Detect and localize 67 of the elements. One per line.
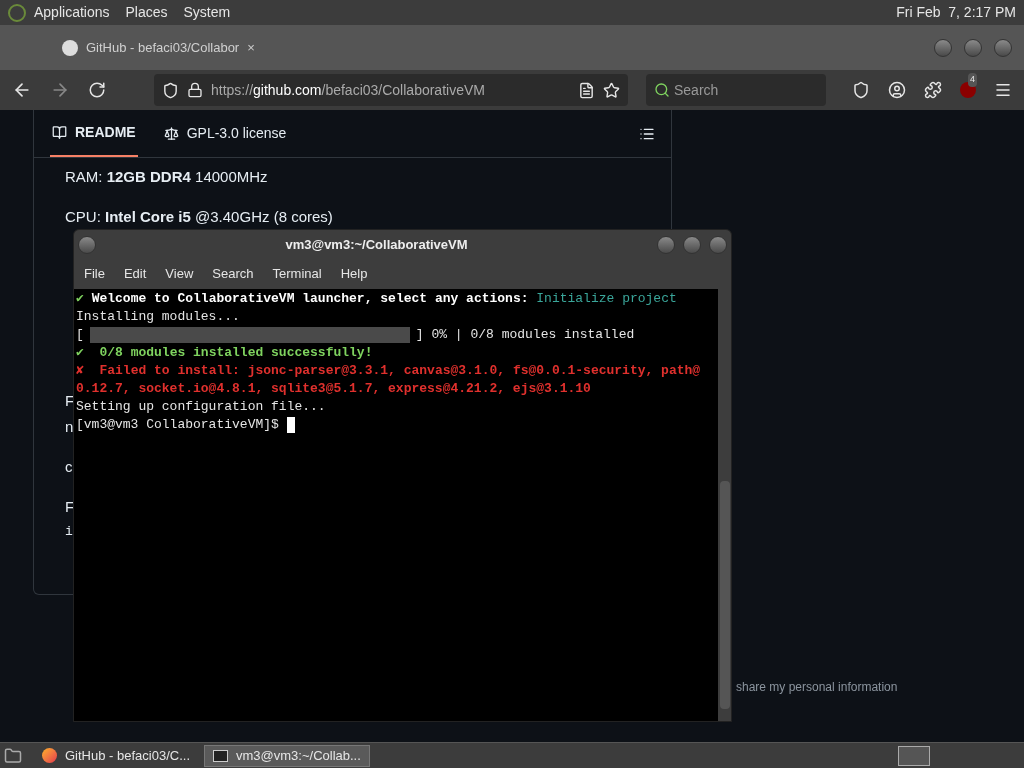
readme-text: c [65, 457, 73, 477]
cursor [286, 417, 295, 433]
clock: Fri Feb 7, 2:17 PM [896, 3, 1016, 22]
window-title: vm3@vm3:~/CollaborativeVM [284, 235, 469, 254]
footer-text: share my personal information [736, 679, 898, 696]
panel-menu[interactable]: System [183, 2, 231, 23]
close-icon[interactable]: × [247, 37, 255, 58]
terminal-text: Initialize project [536, 290, 677, 309]
reader-icon[interactable] [578, 81, 595, 99]
taskbar-item[interactable]: GitHub - befaci03/C... [34, 744, 200, 767]
scale-icon [163, 126, 179, 141]
terminal-icon [213, 749, 228, 762]
readme-text: RAM: 12GB DDR4 14000MHz [65, 168, 268, 185]
show-desktop-icon[interactable] [4, 746, 22, 765]
terminal-text: Setting up configuration file... [76, 398, 326, 417]
terminal-text: ✘ Failed to install: jsonc-parser@3.3.1, canvas@3.1.0, fs@0.0.1-security, path@ [76, 362, 701, 381]
scrollbar[interactable] [718, 289, 731, 721]
readme-tab[interactable]: README [50, 110, 138, 157]
window-menu-button[interactable] [78, 235, 96, 254]
close-button[interactable] [709, 235, 727, 254]
extensions-icon[interactable] [924, 81, 942, 99]
menu-icon[interactable] [994, 81, 1012, 99]
tab-title: GitHub - befaci03/Collabor [86, 38, 240, 57]
terminal-text: Welcome to CollaborativeVM launcher, select any actions: [90, 290, 530, 309]
minimize-button[interactable] [934, 38, 952, 57]
reload-icon[interactable] [88, 81, 106, 99]
close-button[interactable] [994, 38, 1012, 57]
readme-text: F [65, 497, 75, 517]
search-input[interactable]: Search [674, 79, 814, 101]
search-icon [654, 82, 670, 98]
panel-menu[interactable]: Places [125, 2, 168, 23]
lock-icon [187, 82, 203, 98]
terminal-text: 0/8 modules installed successfully! [98, 344, 373, 363]
menu-item[interactable]: File [84, 264, 105, 284]
shield-icon[interactable] [162, 81, 179, 99]
book-icon [52, 125, 67, 140]
url-field[interactable]: https://github.com/befaci03/CollaborativeVM [154, 74, 628, 106]
menu-item[interactable]: Edit [123, 264, 147, 284]
scrollbar-thumb[interactable] [719, 481, 730, 709]
readme-text: CPU: Intel Core i5 @3.40GHz (8 cores) [65, 208, 333, 225]
maximize-button[interactable] [683, 235, 701, 254]
bookmark-star-icon[interactable] [603, 81, 620, 99]
terminal-text: ✔ [76, 290, 84, 309]
menu-item[interactable]: Terminal [272, 264, 322, 284]
account-icon[interactable] [888, 81, 906, 99]
workspace-switcher[interactable] [898, 745, 930, 766]
readme-text: F [65, 391, 75, 411]
panel-menu[interactable]: Applications [34, 2, 110, 23]
terminal-text: Installing modules... [76, 308, 240, 327]
search-field[interactable]: Search [646, 74, 826, 106]
terminal-text: 0.12.7, socket.io@4.8.1, sqlite3@5.1.7, express@4.21.2, ejs@3.1.10 [76, 380, 591, 399]
menu-item[interactable]: View [165, 264, 194, 284]
readme-tab[interactable]: GPL-3.0 license [161, 110, 289, 157]
terminal-text: [vm3@vm3 CollaborativeVM]$ [76, 416, 280, 435]
maximize-button[interactable] [964, 38, 982, 57]
menu-item[interactable]: Help [340, 264, 368, 284]
browser-tab[interactable]: GitHub - befaci03/Collabor × [50, 25, 390, 70]
terminal-text: ] 0% | 0/8 modules installed [415, 326, 635, 345]
readme-text: n [65, 417, 74, 437]
menu-item[interactable]: Search [212, 264, 254, 284]
extension-badge: 4 [968, 73, 977, 87]
readme-text: i [65, 523, 73, 541]
url-text: https://github.com/befaci03/CollaborativeVM [211, 80, 485, 100]
taskbar-item[interactable]: vm3@vm3:~/Collab... [204, 744, 370, 767]
terminal-text: [ [76, 326, 84, 345]
terminal-text: ✔ [76, 344, 84, 363]
minimize-button[interactable] [657, 235, 675, 254]
